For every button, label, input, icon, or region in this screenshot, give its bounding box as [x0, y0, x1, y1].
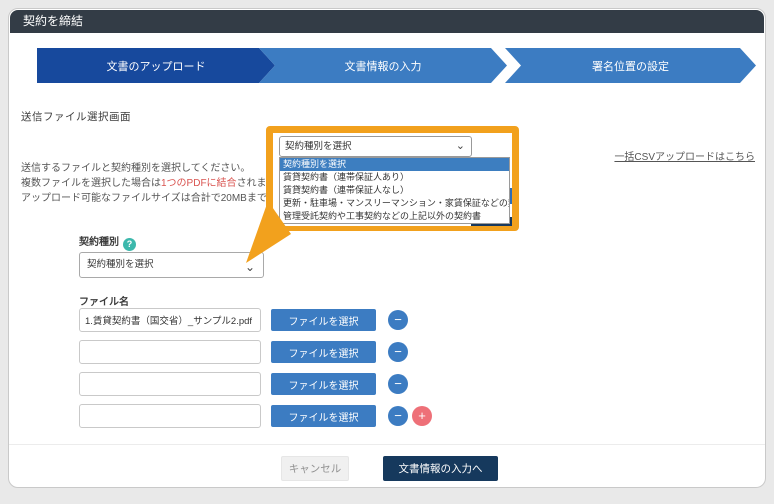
file-name-label: ファイル名 — [79, 293, 129, 308]
plus-icon: + — [418, 408, 426, 423]
dropdown-option[interactable]: 契約種別を選択 — [280, 158, 509, 171]
remove-file-button[interactable]: − — [388, 374, 408, 394]
minus-icon: − — [394, 312, 402, 327]
instruction-line: 複数ファイルを選択した場合は1つのPDFに結合されます。 — [21, 176, 296, 191]
instruction-line: アップロード可能なファイルサイズは合計で20MBまでです。 — [21, 191, 296, 206]
dropdown-option[interactable]: 更新・駐車場・マンスリーマンション・家賃保証などの契約書 — [280, 197, 509, 210]
step-label: 署名位置の設定 — [592, 58, 669, 74]
highlight-callout: 契約種別を選択 ⌄ 契約種別を選択 賃貸契約書（連帯保証人あり） 賃貸契約書（連… — [266, 126, 519, 231]
callout-content: 契約種別を選択 ⌄ 契約種別を選択 賃貸契約書（連帯保証人あり） 賃貸契約書（連… — [273, 133, 512, 226]
file-select-button[interactable]: ファイルを選択 — [271, 341, 376, 363]
contract-type-select[interactable]: 契約種別を選択 ⌄ — [79, 252, 264, 278]
selected-value: 契約種別を選択 — [87, 259, 154, 270]
file-name-input[interactable] — [79, 340, 261, 364]
dropdown-option[interactable]: 管理受託契約や工事契約などの上記以外の契約書 — [280, 210, 509, 223]
remove-file-button[interactable]: − — [388, 342, 408, 362]
step-label: 文書情報の入力 — [345, 58, 422, 74]
step-document-info: 文書情報の入力 — [259, 48, 507, 83]
chevron-down-icon: ⌄ — [456, 137, 465, 156]
minus-icon: − — [394, 344, 402, 359]
page-title: 契約を締結 — [23, 14, 83, 28]
dropdown-option[interactable]: 賃貸契約書（連帯保証人あり） — [280, 171, 509, 184]
cancel-button[interactable]: キャンセル — [281, 456, 349, 481]
contract-type-option-list: 契約種別を選択 賃貸契約書（連帯保証人あり） 賃貸契約書（連帯保証人なし） 更新… — [279, 157, 510, 224]
remove-file-button[interactable]: − — [388, 406, 408, 426]
csv-bulk-upload-link[interactable]: 一括CSVアップロードはこちら — [614, 148, 755, 163]
remove-file-button[interactable]: − — [388, 310, 408, 330]
next-step-button[interactable]: 文書情報の入力へ — [383, 456, 498, 481]
selected-value: 契約種別を選択 — [285, 141, 352, 152]
step-document-upload: 文書のアップロード — [37, 48, 275, 83]
contract-wizard-panel: 契約を締結 文書のアップロード 文書情報の入力 署名位置の設定 送信ファイル選択… — [8, 8, 766, 488]
file-select-button[interactable]: ファイルを選択 — [271, 309, 376, 331]
dropdown-option[interactable]: 賃貸契約書（連帯保証人なし） — [280, 184, 509, 197]
contract-type-label: 契約種別? — [79, 233, 136, 251]
file-name-input[interactable] — [79, 308, 261, 332]
section-title: 送信ファイル選択画面 — [21, 109, 131, 124]
minus-icon: − — [394, 376, 402, 391]
instruction-line: 送信するファイルと契約種別を選択してください。 — [21, 161, 296, 176]
add-file-button[interactable]: + — [412, 406, 432, 426]
chevron-down-icon: ⌄ — [245, 255, 255, 279]
step-signature-position: 署名位置の設定 — [505, 48, 756, 83]
file-name-input[interactable] — [79, 372, 261, 396]
step-label: 文書のアップロード — [107, 58, 206, 74]
help-icon[interactable]: ? — [123, 238, 136, 251]
contract-type-dropdown-open[interactable]: 契約種別を選択 ⌄ — [279, 136, 472, 157]
instructions-text: 送信するファイルと契約種別を選択してください。 複数ファイルを選択した場合は1つ… — [21, 161, 296, 206]
footer-divider — [9, 444, 765, 445]
file-select-button[interactable]: ファイルを選択 — [271, 373, 376, 395]
merge-warning-text: 1つのPDFに結合 — [161, 178, 237, 189]
file-select-button[interactable]: ファイルを選択 — [271, 405, 376, 427]
file-name-input[interactable] — [79, 404, 261, 428]
window-title-bar: 契約を締結 — [10, 10, 764, 33]
minus-icon: − — [394, 408, 402, 423]
